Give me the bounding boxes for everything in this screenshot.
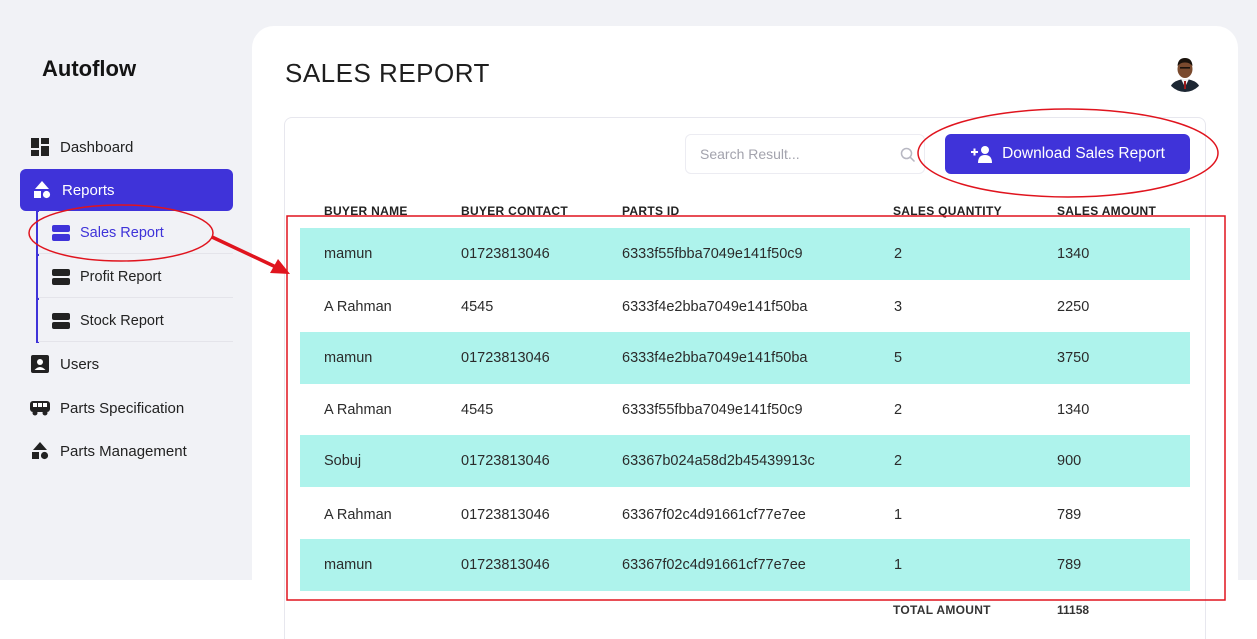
cell-sales-amount: 2250 [1057,299,1090,315]
dashboard-icon [30,137,50,157]
sidebar: Autoflow Dashboard Reports Sales Report … [0,0,250,580]
cell-parts-id: 6333f55fbba7049e141f50c9 [622,246,803,262]
table-row[interactable]: A Rahman 4545 6333f55fbba7049e141f50c9 2… [300,384,1190,436]
cell-parts-id: 6333f4e2bba7049e141f50ba [622,350,808,366]
sidebar-item-parts-management[interactable]: Parts Management [30,431,187,471]
add-user-icon [970,145,994,163]
table-row[interactable]: A Rahman 01723813046 63367f02c4d91661cf7… [300,489,1190,541]
sidebar-subitem-stock-report[interactable]: Stock Report [38,300,233,342]
report-icon [52,268,70,286]
cell-buyer-name: mamun [324,350,373,366]
column-header-parts-id[interactable]: PARTS ID [622,204,680,218]
sidebar-item-reports[interactable]: Reports [20,169,233,211]
cell-sales-amount: 789 [1057,507,1082,523]
cell-buyer-contact: 01723813046 [461,557,550,573]
cell-parts-id: 6333f55fbba7049e141f50c9 [622,402,803,418]
sidebar-item-users[interactable]: Users [30,344,99,384]
cell-sales-quantity: 1 [894,557,903,573]
cell-buyer-contact: 01723813046 [461,453,550,469]
user-card-icon [30,354,50,374]
cell-sales-amount: 900 [1057,453,1082,469]
sidebar-item-label: Reports [62,181,115,199]
download-sales-report-button[interactable]: Download Sales Report [945,134,1190,174]
cell-buyer-name: mamun [324,246,373,262]
cell-sales-amount: 789 [1057,557,1082,573]
cell-buyer-name: A Rahman [324,507,392,523]
cell-buyer-contact: 01723813046 [461,507,550,523]
search-box [685,134,925,174]
cell-sales-amount: 3750 [1057,350,1090,366]
sidebar-subitem-profit-report[interactable]: Profit Report [38,256,233,298]
cell-parts-id: 63367f02c4d91661cf77e7ee [622,507,806,523]
sidebar-item-label: Parts Specification [60,399,185,417]
page-title: SALES REPORT [285,58,490,88]
download-button-label: Download Sales Report [1002,145,1165,162]
total-amount-label: TOTAL AMOUNT [893,603,991,617]
cell-buyer-contact: 4545 [461,402,494,418]
shapes-icon [30,441,50,461]
table-row[interactable]: A Rahman 4545 6333f4e2bba7049e141f50ba 3… [300,281,1190,333]
total-amount-value: 11158 [1057,603,1090,617]
sidebar-subitem-label: Sales Report [80,224,164,241]
sidebar-subitem-label: Profit Report [80,268,162,285]
cell-sales-quantity: 1 [894,507,903,523]
cell-buyer-contact: 01723813046 [461,246,550,262]
sidebar-subitem-sales-report[interactable]: Sales Report [38,212,233,254]
cell-sales-amount: 1340 [1057,402,1090,418]
report-icon [52,224,70,242]
table-row[interactable]: mamun 01723813046 63367f02c4d91661cf77e7… [300,539,1190,591]
column-header-sales-amount[interactable]: SALES AMOUNT [1057,204,1156,218]
sidebar-item-label: Parts Management [60,442,187,460]
cell-parts-id: 6333f4e2bba7049e141f50ba [622,299,808,315]
sidebar-subitem-label: Stock Report [80,312,164,329]
cell-buyer-name: mamun [324,557,373,573]
cell-sales-quantity: 2 [894,246,903,262]
cell-buyer-contact: 01723813046 [461,350,550,366]
sidebar-item-dashboard[interactable]: Dashboard [30,127,133,167]
shapes-icon [32,180,52,200]
sidebar-item-label: Users [60,355,100,373]
cell-buyer-contact: 4545 [461,299,494,315]
cell-sales-quantity: 5 [894,350,903,366]
table-row[interactable]: mamun 01723813046 6333f55fbba7049e141f50… [300,228,1190,280]
report-icon [52,312,70,330]
cell-sales-amount: 1340 [1057,246,1090,262]
cell-sales-quantity: 3 [894,299,903,315]
search-icon[interactable] [899,146,917,164]
column-header-buyer-name[interactable]: BUYER NAME [324,204,408,218]
column-header-buyer-contact[interactable]: BUYER CONTACT [461,204,568,218]
cell-buyer-name: Sobuj [324,453,362,469]
cell-buyer-name: A Rahman [324,299,392,315]
app-logo: Autoflow [42,56,137,81]
sidebar-item-parts-specification[interactable]: Parts Specification [30,388,184,428]
cell-buyer-name: A Rahman [324,402,392,418]
cell-sales-quantity: 2 [894,402,903,418]
search-input[interactable] [700,135,890,173]
cell-sales-quantity: 2 [894,453,903,469]
avatar[interactable] [1166,54,1204,92]
cell-parts-id: 63367f02c4d91661cf77e7ee [622,557,806,573]
bus-icon [30,398,50,418]
column-header-sales-quantity[interactable]: SALES QUANTITY [893,204,1002,218]
cell-parts-id: 63367b024a58d2b45439913c [622,453,815,469]
table-row[interactable]: Sobuj 01723813046 63367b024a58d2b4543991… [300,435,1190,487]
table-row[interactable]: mamun 01723813046 6333f4e2bba7049e141f50… [300,332,1190,384]
sidebar-item-label: Dashboard [60,138,134,156]
